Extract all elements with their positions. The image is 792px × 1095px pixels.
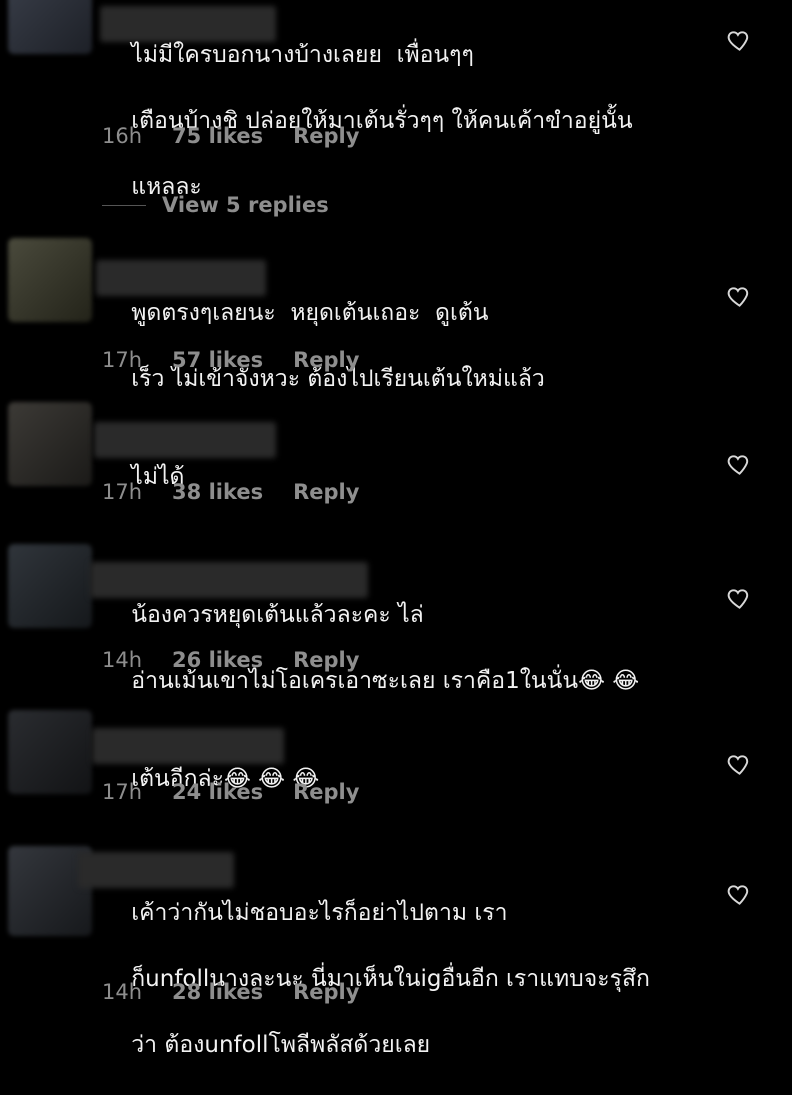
- comment-text: พูดตรงๆเลยนะ หยุดเต้นเถอะ ดูเต้น เร็ว ไม…: [131, 300, 545, 392]
- comment-time: 17h: [102, 480, 143, 504]
- likes-count[interactable]: 38 likes: [172, 480, 263, 504]
- likes-count[interactable]: 57 likes: [172, 348, 263, 372]
- avatar[interactable]: [8, 238, 92, 322]
- view-replies-label[interactable]: View 5 replies: [162, 193, 329, 217]
- likes-count[interactable]: 28 likes: [172, 980, 263, 1004]
- avatar[interactable]: [8, 710, 92, 794]
- avatar[interactable]: [8, 0, 92, 54]
- comment-time: 17h: [102, 348, 143, 372]
- comment-time: 14h: [102, 980, 143, 1004]
- reply-button[interactable]: Reply: [293, 648, 359, 672]
- reply-button[interactable]: Reply: [293, 780, 359, 804]
- reply-button[interactable]: Reply: [293, 348, 359, 372]
- comment-text: ไม่ได้: [131, 464, 185, 490]
- likes-count[interactable]: 24 likes: [172, 780, 263, 804]
- heart-outline-icon[interactable]: [726, 882, 752, 908]
- likes-count[interactable]: 75 likes: [172, 124, 263, 148]
- likes-count[interactable]: 26 likes: [172, 648, 263, 672]
- divider-line: [102, 204, 146, 206]
- reply-button[interactable]: Reply: [293, 124, 359, 148]
- avatar[interactable]: [8, 402, 92, 486]
- comment-time: 14h: [102, 648, 143, 672]
- view-replies-button[interactable]: View 5 replies: [102, 193, 329, 217]
- comment-meta: 17h 38 likes Reply: [102, 480, 359, 504]
- heart-outline-icon[interactable]: [726, 284, 752, 310]
- comment-meta: 17h 57 likes Reply: [102, 348, 359, 372]
- comment-meta: 17h 24 likes Reply: [102, 780, 359, 804]
- comment-meta: 14h 26 likes Reply: [102, 648, 359, 672]
- comment-time: 17h: [102, 780, 143, 804]
- comment-meta: 16h 75 likes Reply: [102, 124, 359, 148]
- heart-outline-icon[interactable]: [726, 28, 752, 54]
- heart-outline-icon[interactable]: [726, 752, 752, 778]
- heart-outline-icon[interactable]: [726, 586, 752, 612]
- reply-button[interactable]: Reply: [293, 980, 359, 1004]
- reply-button[interactable]: Reply: [293, 480, 359, 504]
- comment-time: 16h: [102, 124, 143, 148]
- comment-meta: 14h 28 likes Reply: [102, 980, 359, 1004]
- heart-outline-icon[interactable]: [726, 452, 752, 478]
- avatar[interactable]: [8, 544, 92, 628]
